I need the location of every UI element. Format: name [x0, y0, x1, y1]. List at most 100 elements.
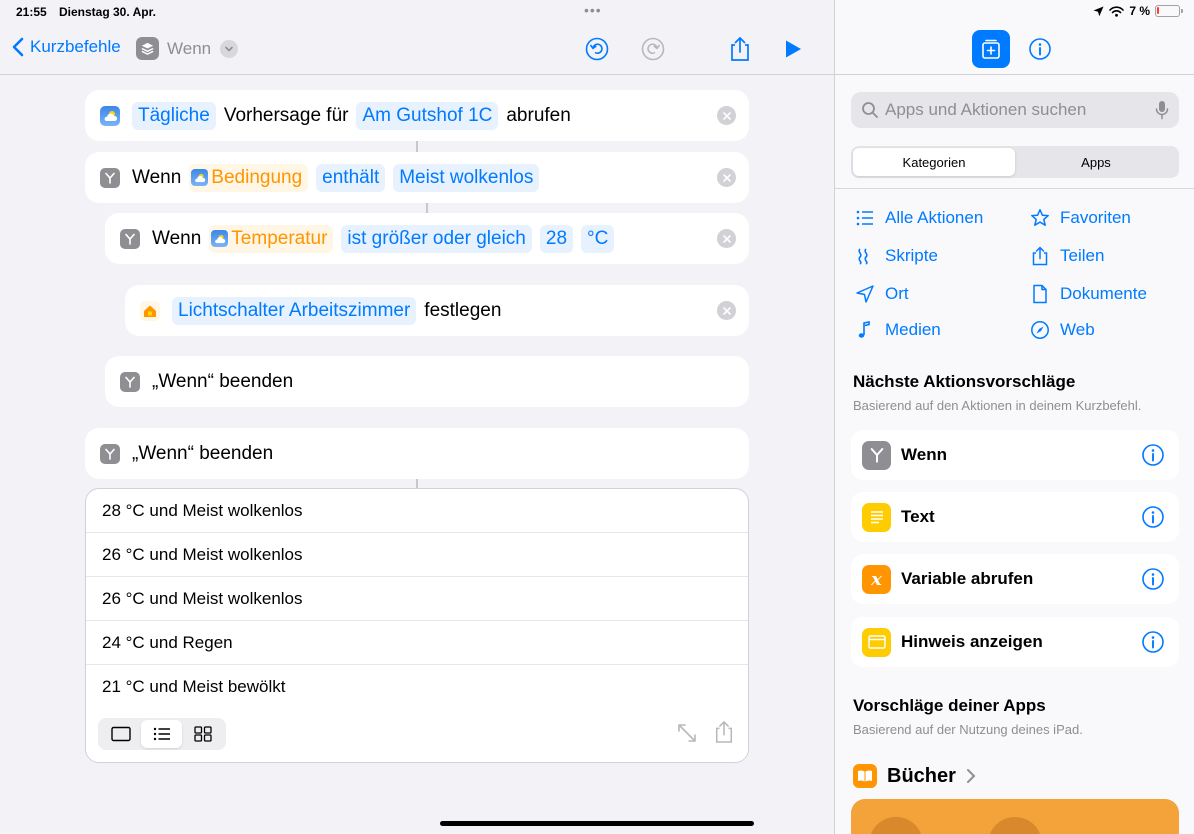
- app-name: Bücher: [887, 764, 956, 787]
- result-share-button[interactable]: [714, 720, 734, 749]
- category-media[interactable]: Medien: [855, 320, 941, 340]
- suggestions-subtitle: Basierend auf den Aktionen in deinem Kur…: [853, 398, 1142, 413]
- redo-button[interactable]: [640, 36, 666, 62]
- value-token[interactable]: 28: [539, 224, 574, 253]
- text-icon: [862, 502, 891, 532]
- action-library-button[interactable]: [972, 30, 1010, 68]
- single-view-button[interactable]: [100, 720, 141, 748]
- category-web[interactable]: Web: [1030, 320, 1095, 340]
- action-end-if-inner[interactable]: „Wenn“ beenden: [105, 356, 749, 407]
- suggestion-if[interactable]: Wenn: [851, 430, 1179, 480]
- category-label: Web: [1060, 320, 1095, 339]
- condition-variable-token[interactable]: Bedingung: [189, 163, 309, 192]
- info-icon[interactable]: [1141, 630, 1165, 654]
- back-button[interactable]: Kurzbefehle: [12, 37, 121, 57]
- suggestion-text[interactable]: Text: [851, 492, 1179, 542]
- operator-token[interactable]: ist größer oder gleich: [341, 224, 532, 253]
- weather-icon: [211, 230, 229, 247]
- variable-icon: x: [862, 564, 891, 594]
- remove-action-button[interactable]: [717, 229, 736, 248]
- category-all-actions[interactable]: Alle Aktionen: [855, 208, 983, 228]
- app-section-books[interactable]: Bücher: [853, 764, 976, 788]
- close-icon: [722, 173, 731, 182]
- search-placeholder: Apps und Aktionen suchen: [885, 100, 1087, 119]
- expand-button[interactable]: [676, 722, 698, 749]
- undo-button[interactable]: [584, 36, 610, 62]
- share-icon: [1032, 246, 1048, 266]
- temperature-variable-token[interactable]: Temperatur: [209, 224, 334, 253]
- editor-toolbar: Kurzbefehle Wenn: [0, 24, 834, 75]
- suggestion-show-alert[interactable]: Hinweis anzeigen: [851, 617, 1179, 667]
- multitasking-dots-icon[interactable]: •••: [584, 2, 602, 18]
- grid-view-button[interactable]: [182, 720, 223, 748]
- action-get-weather[interactable]: Tägliche Vorhersage für Am Gutshof 1C ab…: [85, 90, 749, 141]
- category-documents[interactable]: Dokumente: [1030, 284, 1147, 304]
- category-favorites[interactable]: Favoriten: [1030, 208, 1131, 228]
- category-location[interactable]: Ort: [855, 284, 909, 304]
- location-token[interactable]: Am Gutshof 1C: [356, 101, 499, 130]
- value-token[interactable]: Meist wolkenlos: [393, 163, 540, 192]
- divider: [835, 188, 1194, 189]
- app-suggestions-title: Vorschläge deiner Apps: [853, 696, 1046, 715]
- device-token[interactable]: Lichtschalter Arbeitszimmer: [172, 296, 417, 325]
- app-action-icon: [869, 817, 923, 834]
- action-if-outer[interactable]: Wenn Bedingung enthält Meist wolkenlos: [85, 152, 749, 203]
- variable-label: Temperatur: [231, 227, 328, 249]
- book-icon: [853, 764, 877, 788]
- result-row: 21 °C und Meist bewölkt: [86, 665, 748, 709]
- suggestion-get-variable[interactable]: x Variable abrufen: [851, 554, 1179, 604]
- category-label: Ort: [885, 284, 909, 303]
- chevron-left-icon: [12, 37, 24, 57]
- result-row: 26 °C und Meist wolkenlos: [86, 533, 748, 577]
- category-scripting[interactable]: Skripte: [855, 246, 938, 266]
- action-if-inner[interactable]: Wenn Temperatur ist größer oder gleich 2…: [105, 213, 749, 264]
- forecast-type-token[interactable]: Tägliche: [132, 101, 216, 130]
- info-icon[interactable]: [1141, 505, 1165, 529]
- end-if-label: „Wenn“ beenden: [132, 442, 274, 464]
- result-toolbar: [86, 708, 748, 762]
- action-set-home-device[interactable]: Lichtschalter Arbeitszimmer festlegen: [125, 285, 749, 336]
- action-text: abrufen: [506, 104, 571, 126]
- undo-icon: [585, 37, 609, 61]
- list-view-button[interactable]: [141, 720, 182, 748]
- list-icon: [153, 727, 170, 741]
- info-icon: [1029, 38, 1051, 60]
- unit-token[interactable]: °C: [581, 224, 615, 253]
- alert-icon: [862, 627, 891, 657]
- shortcut-icon[interactable]: [136, 37, 159, 60]
- tab-categories[interactable]: Kategorien: [853, 148, 1015, 176]
- home-icon: [140, 300, 160, 321]
- remove-action-button[interactable]: [717, 301, 736, 320]
- remove-action-button[interactable]: [717, 168, 736, 187]
- app-action-icon: [988, 817, 1042, 834]
- expand-icon: [678, 724, 696, 742]
- action-end-if-outer[interactable]: „Wenn“ beenden: [85, 428, 749, 479]
- run-button[interactable]: [780, 36, 806, 62]
- tab-apps[interactable]: Apps: [1015, 148, 1177, 176]
- search-input[interactable]: Apps und Aktionen suchen: [851, 92, 1179, 128]
- category-sharing[interactable]: Teilen: [1030, 246, 1104, 266]
- info-icon[interactable]: [1141, 567, 1165, 591]
- remove-action-button[interactable]: [717, 106, 736, 125]
- suggestion-label: Text: [901, 507, 935, 526]
- info-icon[interactable]: [1141, 443, 1165, 467]
- share-icon: [715, 720, 733, 743]
- location-arrow-icon: [1093, 6, 1104, 16]
- details-button[interactable]: [1028, 37, 1052, 66]
- microphone-icon[interactable]: [1155, 100, 1169, 120]
- back-label: Kurzbefehle: [30, 37, 121, 56]
- category-label: Alle Aktionen: [885, 208, 984, 227]
- result-row: 28 °C und Meist wolkenlos: [86, 489, 748, 533]
- branch-icon: [100, 443, 120, 464]
- title-menu-button[interactable]: [220, 40, 238, 58]
- shortcut-title[interactable]: Wenn: [167, 39, 211, 59]
- status-bar: 21:55 Dienstag 30. Apr. ••• 7 %: [0, 0, 1194, 24]
- chevron-right-icon: [966, 769, 976, 783]
- share-button[interactable]: [727, 36, 753, 62]
- suggestion-label: Hinweis anzeigen: [901, 632, 1043, 651]
- app-action-card[interactable]: [851, 799, 1179, 834]
- home-indicator[interactable]: [440, 821, 754, 826]
- script-icon: [858, 248, 868, 265]
- operator-token[interactable]: enthält: [316, 163, 386, 192]
- app-suggestions-subtitle: Basierend auf der Nutzung deines iPad.: [853, 722, 1083, 737]
